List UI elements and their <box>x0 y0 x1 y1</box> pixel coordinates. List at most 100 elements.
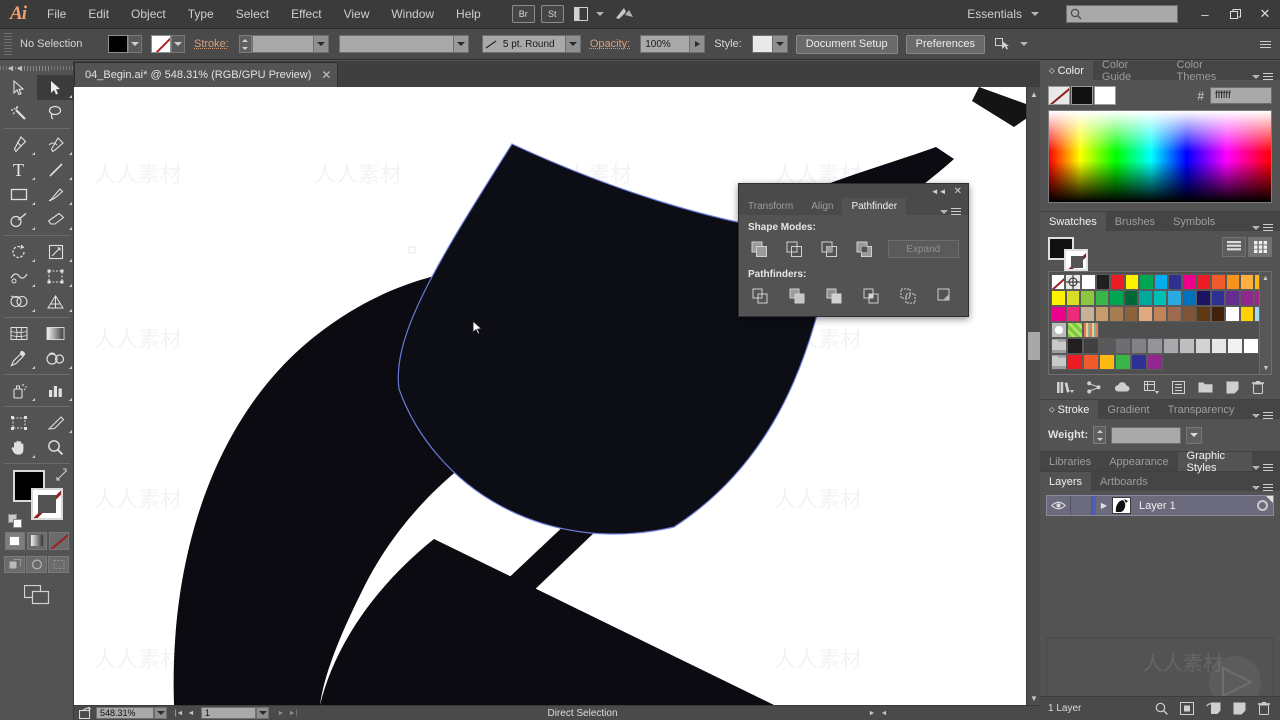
swatch-cell[interactable] <box>1196 290 1211 306</box>
swatch-cell[interactable] <box>1167 274 1183 290</box>
blend-tool[interactable] <box>37 346 74 371</box>
tab-libraries[interactable]: Libraries <box>1040 452 1100 471</box>
swatch-options-icon[interactable] <box>1171 380 1185 394</box>
menu-select[interactable]: Select <box>225 0 280 28</box>
menu-view[interactable]: View <box>333 0 381 28</box>
swatch-cell[interactable] <box>1196 306 1211 322</box>
search-input[interactable] <box>1066 5 1178 23</box>
swatch-cell[interactable] <box>1182 274 1197 290</box>
document-setup-button[interactable]: Document Setup <box>795 34 898 54</box>
swatch-cell[interactable] <box>1167 306 1182 322</box>
direct-selection-tool[interactable] <box>37 75 74 100</box>
swatch-cell[interactable] <box>1147 338 1163 354</box>
weight-dropdown[interactable] <box>1186 426 1203 444</box>
swatch-cell[interactable] <box>1065 306 1081 322</box>
eyedropper-tool[interactable] <box>0 346 37 371</box>
width-tool[interactable] <box>0 264 37 289</box>
layer-visibility-icon[interactable] <box>1047 500 1070 511</box>
swatches-scrollbar[interactable]: ▲ ▼ <box>1259 272 1271 374</box>
swatch-cell[interactable] <box>1196 274 1212 290</box>
canvas-area[interactable]: 人人素材 人人素材 人人素材 人人素材 人人素材 人人素材 人人素材 人人素材 人人素材 人人… <box>74 87 1040 705</box>
swatch-cell[interactable] <box>1225 290 1240 306</box>
swatch-cell[interactable] <box>1109 290 1124 306</box>
swatch-cell[interactable] <box>1210 290 1226 306</box>
stroke-dropdown-button[interactable] <box>171 35 185 53</box>
menu-edit[interactable]: Edit <box>77 0 120 28</box>
line-segment-tool[interactable] <box>37 157 74 182</box>
arrange-documents-icon[interactable] <box>573 3 604 25</box>
swatch-cell[interactable] <box>1123 306 1139 322</box>
layer-lock-toggle[interactable] <box>1070 496 1092 515</box>
swatch-cell[interactable] <box>1139 274 1154 290</box>
tab-color-themes[interactable]: Color Themes <box>1168 59 1252 83</box>
close-button[interactable]: ✕ <box>1250 0 1280 28</box>
tab-stroke[interactable]: ⬦ Stroke <box>1040 400 1099 419</box>
color-mode-button[interactable] <box>4 532 25 550</box>
tab-layers[interactable]: Layers <box>1040 472 1092 491</box>
swatch-cell[interactable] <box>1195 338 1211 354</box>
swap-fill-stroke-icon[interactable] <box>55 468 68 481</box>
delete-swatch-icon[interactable] <box>1251 380 1264 394</box>
swatch-cell[interactable] <box>1131 354 1147 370</box>
creative-cloud-icon[interactable] <box>614 3 634 25</box>
swatch-cell[interactable] <box>1181 306 1197 322</box>
tab-align[interactable]: Align <box>802 198 842 215</box>
swatch-cell[interactable] <box>1109 306 1124 322</box>
library-cloud-icon[interactable] <box>1114 381 1131 393</box>
screen-mode-button[interactable] <box>0 585 73 605</box>
layer-expand-icon[interactable]: ▶ <box>1096 501 1112 510</box>
minimize-button[interactable]: – <box>1190 0 1220 28</box>
minus-front-button[interactable] <box>783 238 806 260</box>
free-transform-tool[interactable] <box>37 264 74 289</box>
eraser-tool[interactable] <box>37 207 74 232</box>
zoom-dropdown[interactable] <box>154 707 167 719</box>
default-fill-stroke-icon[interactable] <box>8 514 22 528</box>
variable-width-profile-field[interactable] <box>338 35 454 53</box>
swatch-cell[interactable] <box>1152 306 1168 322</box>
graphic-style-dropdown[interactable] <box>772 35 788 53</box>
zoom-level-field[interactable]: 548.31% <box>96 707 154 719</box>
swatch-cell[interactable] <box>1065 290 1081 306</box>
scroll-down-arrow[interactable]: ▼ <box>1260 362 1271 374</box>
paintbrush-tool[interactable] <box>37 182 74 207</box>
opacity-field[interactable]: 100% <box>640 35 691 53</box>
trim-button[interactable] <box>785 285 810 307</box>
swatch-cell[interactable] <box>1131 338 1147 354</box>
artboard-number-field[interactable]: 1 <box>201 707 256 719</box>
swatch-cell[interactable] <box>1179 338 1195 354</box>
artboard-tool[interactable] <box>0 410 37 435</box>
intersect-button[interactable] <box>818 238 841 260</box>
swatch-cell[interactable] <box>1067 354 1083 370</box>
swatch-cell[interactable] <box>1211 338 1227 354</box>
swatch-pattern-dot[interactable] <box>1051 322 1067 338</box>
menu-type[interactable]: Type <box>177 0 225 28</box>
unite-button[interactable] <box>748 238 771 260</box>
expand-button[interactable]: Expand <box>887 240 960 258</box>
weight-stepper[interactable] <box>1093 426 1107 444</box>
swatch-cell[interactable] <box>1167 290 1182 306</box>
swatch-cell[interactable] <box>1138 306 1153 322</box>
swatch-cell[interactable] <box>1051 306 1066 322</box>
tab-color[interactable]: ⬦ Color <box>1040 61 1093 80</box>
scroll-up-arrow[interactable]: ▲ <box>1260 272 1271 284</box>
swatch-pattern-leaf[interactable] <box>1067 322 1083 338</box>
swatch-cell[interactable] <box>1099 354 1115 370</box>
tab-color-guide[interactable]: Color Guide <box>1093 59 1168 83</box>
status-prev-icon[interactable]: ◄ <box>878 707 890 719</box>
layer-name[interactable]: Layer 1 <box>1139 500 1176 512</box>
stroke-color-swatch[interactable] <box>151 35 171 53</box>
tab-swatches[interactable]: Swatches <box>1040 212 1106 231</box>
gradient-mode-button[interactable] <box>26 532 47 550</box>
hand-tool[interactable] <box>0 435 37 460</box>
tab-artboards[interactable]: Artboards <box>1091 472 1157 491</box>
first-artboard-icon[interactable]: |◄ <box>173 707 185 719</box>
color-panel-menu[interactable] <box>1252 73 1280 80</box>
previous-artboard-icon[interactable]: ◄ <box>185 707 197 719</box>
swatch-libraries-icon[interactable] <box>1056 381 1074 394</box>
stock-button[interactable]: St <box>540 5 564 23</box>
swatch-cell[interactable] <box>1124 274 1140 290</box>
list-view-button[interactable] <box>1222 237 1246 257</box>
swatch-cell[interactable] <box>1110 274 1125 290</box>
slice-tool[interactable] <box>37 410 74 435</box>
graphic-style-swatch[interactable] <box>751 35 773 53</box>
